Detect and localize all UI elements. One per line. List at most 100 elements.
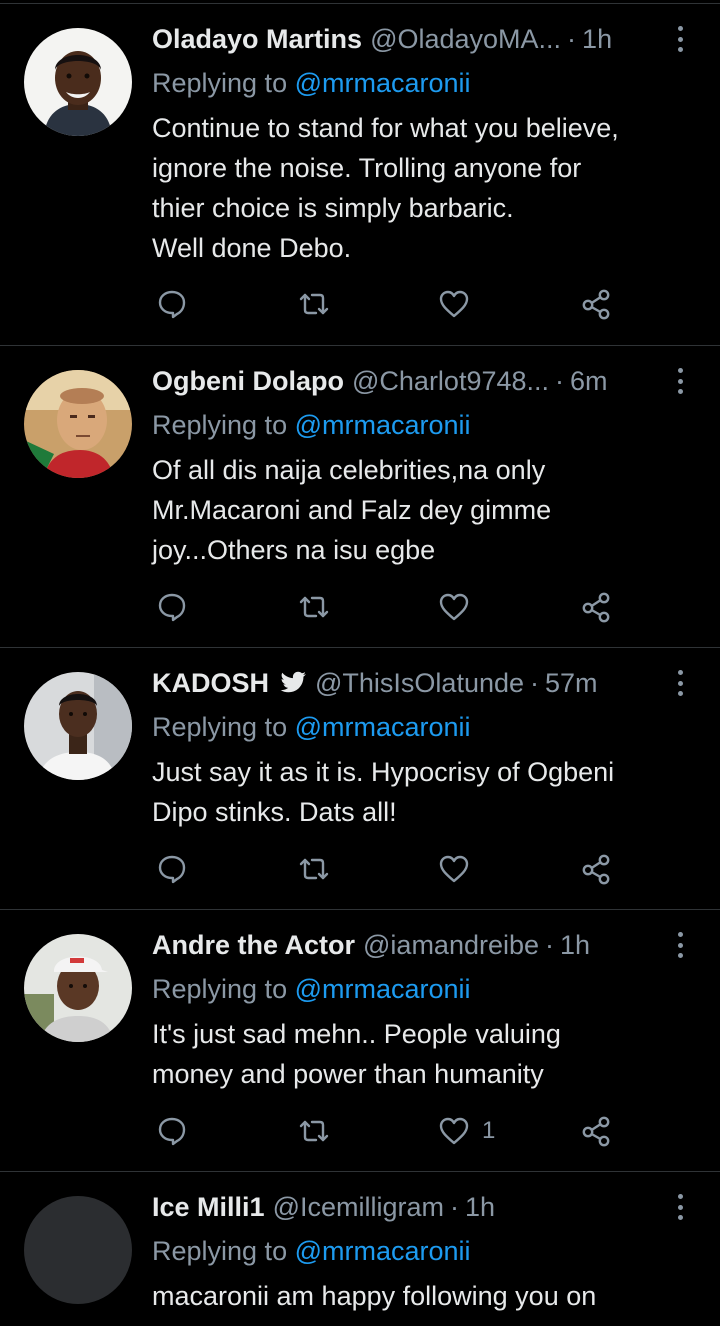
tweet-text-line: macaronii am happy following you on: [152, 1281, 597, 1311]
display-name[interactable]: Oladayo Martins: [152, 21, 362, 57]
tweet-text-line: joy...Others na isu egbe: [152, 535, 436, 565]
display-name[interactable]: Andre the Actor: [152, 927, 355, 963]
bird-icon: [279, 671, 307, 695]
replying-to: Replying to @mrmacaronii: [152, 65, 471, 101]
share-icon: [582, 289, 610, 320]
reply-button[interactable]: [156, 1113, 188, 1149]
timestamp[interactable]: 1h: [582, 21, 612, 57]
like-button[interactable]: 1: [438, 1113, 495, 1149]
tweet-text-line: money and power than humanity: [152, 1059, 544, 1089]
avatar[interactable]: [24, 370, 132, 478]
timestamp[interactable]: 57m: [545, 665, 598, 701]
heart-icon: [439, 593, 469, 621]
share-button[interactable]: [580, 1113, 612, 1149]
more-vertical-icon[interactable]: [670, 364, 690, 398]
separator-dot: ·: [555, 366, 565, 396]
avatar[interactable]: [24, 28, 132, 136]
mention-link[interactable]: @mrmacaronii: [295, 712, 471, 742]
reply-button[interactable]: [156, 851, 188, 887]
share-icon: [582, 854, 610, 885]
user-handle[interactable]: @Charlot9748...: [352, 363, 549, 399]
retweet-button[interactable]: [298, 1113, 330, 1149]
separator-dot: ·: [545, 930, 555, 960]
replying-to-label: Replying to: [152, 974, 295, 1004]
avatar[interactable]: [24, 934, 132, 1042]
replying-to-label: Replying to: [152, 410, 295, 440]
like-button[interactable]: [438, 286, 482, 322]
mention-link[interactable]: @mrmacaronii: [295, 974, 471, 1004]
replying-to: Replying to @mrmacaronii: [152, 971, 471, 1007]
tweet-text-line: Dipo stinks. Dats all!: [152, 797, 397, 827]
tweet[interactable]: Oladayo Martins @OladayoMA... · 1h Reply…: [0, 0, 720, 346]
like-button[interactable]: [438, 589, 482, 625]
tweet-header: KADOSH @ThisIsOlatunde · 57m: [152, 665, 660, 701]
timestamp[interactable]: 6m: [570, 363, 608, 399]
more-vertical-icon[interactable]: [670, 22, 690, 56]
replying-to: Replying to @mrmacaronii: [152, 407, 471, 443]
tweet-header: Andre the Actor @iamandreibe · 1h: [152, 927, 660, 963]
avatar-photo: [24, 672, 132, 780]
retweet-icon: [299, 596, 329, 618]
tweet[interactable]: KADOSH @ThisIsOlatunde · 57m Replying to…: [0, 648, 720, 910]
tweet[interactable]: Ogbeni Dolapo @Charlot9748... · 6m Reply…: [0, 346, 720, 648]
tweet-text: Of all dis naija celebrities,na only Mr.…: [152, 450, 692, 570]
share-button[interactable]: [580, 851, 612, 887]
avatar[interactable]: [24, 672, 132, 780]
separator-dot: ·: [450, 1192, 459, 1222]
action-bar: [152, 286, 632, 322]
like-button[interactable]: [438, 851, 482, 887]
separator-dot: ·: [530, 668, 540, 698]
like-count: 1: [482, 1117, 496, 1144]
user-handle[interactable]: @Icemilligram: [273, 1189, 444, 1225]
tweet-text-line: thier choice is simply barbaric.: [152, 193, 514, 223]
tweet-text-line: ignore the noise. Trolling anyone for: [152, 153, 582, 183]
more-vertical-icon[interactable]: [670, 928, 690, 962]
tweet[interactable]: Ice Milli1 @Icemilligram · 1h Replying t…: [0, 1172, 720, 1326]
share-button[interactable]: [580, 589, 612, 625]
more-vertical-icon[interactable]: [670, 666, 690, 700]
mention-link[interactable]: @mrmacaronii: [295, 410, 471, 440]
display-name[interactable]: Ogbeni Dolapo: [152, 363, 344, 399]
tweet[interactable]: Andre the Actor @iamandreibe · 1h Replyi…: [0, 910, 720, 1172]
reply-button[interactable]: [156, 286, 188, 322]
replying-to: Replying to @mrmacaronii: [152, 709, 471, 745]
more-vertical-icon[interactable]: [670, 1190, 690, 1224]
heart-icon: [439, 290, 469, 318]
tweet-text-line: It's just sad mehn.. People valuing: [152, 1019, 561, 1049]
retweet-button[interactable]: [298, 286, 330, 322]
user-handle[interactable]: @iamandreibe: [363, 927, 539, 963]
separator-dot: ·: [567, 24, 577, 54]
retweet-button[interactable]: [298, 589, 330, 625]
heart-icon: [439, 855, 469, 883]
share-button[interactable]: [580, 286, 612, 322]
tweet-text: It's just sad mehn.. People valuing mone…: [152, 1014, 692, 1094]
replying-to: Replying to @mrmacaronii: [152, 1233, 471, 1269]
tweet-header: Ogbeni Dolapo @Charlot9748... · 6m: [152, 363, 660, 399]
reply-icon: [158, 1117, 186, 1146]
mention-link[interactable]: @mrmacaronii: [295, 68, 471, 98]
action-bar: [152, 589, 632, 625]
tweet-header: Oladayo Martins @OladayoMA... · 1h: [152, 21, 660, 57]
avatar[interactable]: [24, 1196, 132, 1304]
avatar-photo: [24, 28, 132, 136]
tweet-text: Continue to stand for what you believe, …: [152, 108, 692, 268]
tweet-text: macaronii am happy following you on: [152, 1276, 692, 1316]
timestamp[interactable]: 1h: [560, 927, 590, 963]
retweet-button[interactable]: [298, 851, 330, 887]
user-handle[interactable]: @ThisIsOlatunde: [315, 665, 524, 701]
mention-link[interactable]: @mrmacaronii: [295, 1236, 471, 1266]
timestamp[interactable]: 1h: [465, 1189, 495, 1225]
tweet-text-line: Mr.Macaroni and Falz dey gimme: [152, 495, 552, 525]
reply-button[interactable]: [156, 589, 188, 625]
avatar-photo: [24, 370, 132, 478]
replying-to-label: Replying to: [152, 712, 295, 742]
retweet-icon: [299, 1120, 329, 1142]
tweet-text-line: Continue to stand for what you believe,: [152, 113, 619, 143]
heart-icon: [439, 1117, 469, 1145]
user-handle[interactable]: @OladayoMA...: [370, 21, 561, 57]
display-name[interactable]: Ice Milli1: [152, 1189, 265, 1225]
share-icon: [582, 592, 610, 623]
share-icon: [582, 1116, 610, 1147]
display-name[interactable]: KADOSH: [152, 665, 269, 701]
tweet-text: Just say it as it is. Hypocrisy of Ogben…: [152, 752, 692, 832]
